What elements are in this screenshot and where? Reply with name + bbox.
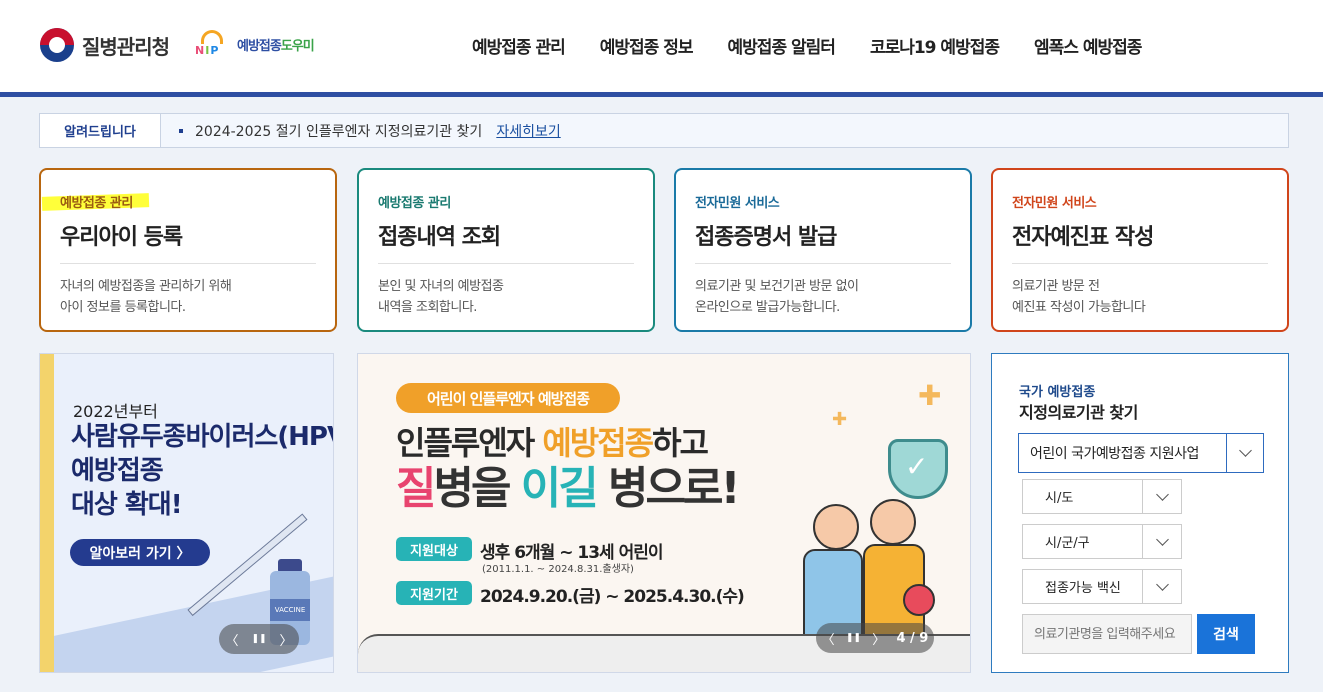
site-header: 질병관리청 NIP 예방접종도우미 예방접종 관리 예방접종 정보 예방접종 알… (0, 0, 1323, 93)
banner-pill: 어린이 인플루엔자 예방접종 (396, 383, 620, 413)
nav-vaccination-management[interactable]: 예방접종 관리 (472, 33, 566, 58)
search-button[interactable]: 검색 (1197, 614, 1255, 654)
nip-sun-icon: NIP (193, 28, 233, 60)
card-title: 접종내역 조회 (378, 225, 501, 250)
header-divider (0, 92, 1323, 97)
card-divider (60, 263, 316, 264)
banner-edge-strip (40, 354, 54, 672)
helper-logo-text: 예방접종도우미 (237, 38, 315, 54)
notice-bar: 알려드립니다 2024-2025 절기 인플루엔자 지정의료기관 찾기 자세히보… (39, 113, 1289, 148)
ball-illustration (903, 584, 935, 616)
nav-vaccination-notice[interactable]: 예방접종 알림터 (728, 33, 836, 58)
child-illustration-girl (813, 504, 859, 550)
card-title: 우리아이 등록 (60, 225, 183, 250)
card-description: 의료기관 및 보건기관 방문 없이 온라인으로 발급가능합니다. (695, 279, 859, 315)
pager-count: 4 / 9 (896, 630, 929, 646)
card-divider (1012, 263, 1268, 264)
clinic-name-input[interactable] (1022, 614, 1192, 654)
sigungu-select[interactable]: 시/군/구 (1022, 524, 1182, 559)
card-certificate-issue[interactable]: 전자민원 서비스 접종증명서 발급 의료기관 및 보건기관 방문 없이 온라인으로… (674, 168, 972, 332)
plus-decoration-icon: ✚ (832, 409, 848, 430)
banner-pager: 〈 ❚❚ 〉 (219, 624, 299, 654)
card-category: 전자민원 서비스 (695, 196, 780, 211)
nav-vaccination-info[interactable]: 예방접종 정보 (600, 33, 694, 58)
card-vaccination-history[interactable]: 예방접종 관리 접종내역 조회 본인 및 자녀의 예방접종 내역을 조회합니다. (357, 168, 655, 332)
nav-mpox-vaccination[interactable]: 엠폭스 예방접종 (1034, 33, 1142, 58)
support-period-text: 2024.9.20.(금) ~ 2025.4.30.(수) (480, 587, 745, 607)
notice-detail-link[interactable]: 자세히보기 (496, 121, 560, 141)
bullet-icon (179, 128, 183, 133)
search-title: 지정의료기관 찾기 (1019, 403, 1138, 422)
chevron-down-icon (1142, 480, 1181, 513)
vaccination-helper-logo[interactable]: NIP 예방접종도우미 (193, 28, 315, 60)
card-category: 예방접종 관리 (41, 192, 150, 211)
sido-select[interactable]: 시/도 (1022, 479, 1182, 514)
chevron-down-icon (1142, 570, 1181, 603)
banner-pager: 〈 ❚❚ 〉 4 / 9 (816, 623, 934, 653)
card-title: 접종증명서 발급 (695, 225, 837, 250)
prev-icon[interactable]: 〈 (225, 630, 238, 649)
vaccine-select[interactable]: 접종가능 백신 (1022, 569, 1182, 604)
card-description: 자녀의 예방접종을 관리하기 위해 아이 정보를 등록합니다. (60, 279, 232, 315)
banner-headline: 사람유두종바이러스(HPV) 예방접종 대상 확대! (71, 422, 334, 520)
card-divider (695, 263, 951, 264)
kdca-logo-text: 질병관리청 (82, 34, 170, 59)
hpv-banner[interactable]: 2022년부터 사람유두종바이러스(HPV) 예방접종 대상 확대! 알아보러 … (39, 353, 334, 673)
card-register-child[interactable]: 예방접종 관리 우리아이 등록 자녀의 예방접종을 관리하기 위해 아이 정보를 … (39, 168, 337, 332)
chevron-down-icon (1226, 434, 1263, 472)
taegeuk-icon (40, 28, 74, 62)
plus-decoration-icon: ✚ (918, 379, 942, 412)
program-select[interactable]: 어린이 국가예방접종 지원사업 (1018, 433, 1264, 473)
card-title: 전자예진표 작성 (1012, 225, 1154, 250)
next-icon[interactable]: 〉 (279, 630, 292, 649)
pause-icon[interactable]: ❚❚ (251, 634, 266, 644)
search-category: 국가 예방접종 (1019, 385, 1096, 400)
card-category: 전자민원 서비스 (1012, 196, 1097, 211)
kdca-logo[interactable]: 질병관리청 (40, 28, 170, 62)
prev-icon[interactable]: 〈 (822, 629, 835, 648)
support-target-tag: 지원대상 (396, 537, 472, 561)
next-icon[interactable]: 〉 (872, 629, 885, 648)
notice-text[interactable]: 2024-2025 절기 인플루엔자 지정의료기관 찾기 (195, 121, 482, 141)
shield-check-icon (888, 439, 948, 499)
card-description: 본인 및 자녀의 예방접종 내역을 조회합니다. (378, 279, 504, 315)
designated-clinic-search: 국가 예방접종 지정의료기관 찾기 어린이 국가예방접종 지원사업 시/도 시/… (991, 353, 1289, 673)
chevron-down-icon (1142, 525, 1181, 558)
flu-vaccination-banner[interactable]: ✚ ✚ 어린이 인플루엔자 예방접종 인플루엔자 예방접종하고 질병을 이길 병… (357, 353, 971, 673)
support-period-tag: 지원기간 (396, 581, 472, 605)
card-e-prescreening[interactable]: 전자민원 서비스 전자예진표 작성 의료기관 방문 전 예진표 작성이 가능합니다 (991, 168, 1289, 332)
nav-covid19-vaccination[interactable]: 코로나19 예방접종 (870, 33, 1000, 58)
card-description: 의료기관 방문 전 예진표 작성이 가능합니다 (1012, 279, 1146, 315)
notice-label: 알려드립니다 (40, 114, 161, 147)
pause-icon[interactable]: ❚❚ (846, 633, 861, 643)
learn-more-button[interactable]: 알아보러 가기 〉 (70, 539, 210, 566)
main-nav: 예방접종 관리 예방접종 정보 예방접종 알림터 코로나19 예방접종 엠폭스 … (472, 33, 1142, 58)
banner-year: 2022년부터 (73, 402, 158, 421)
card-divider (378, 263, 634, 264)
card-category: 예방접종 관리 (378, 196, 451, 211)
child-illustration-boy (870, 499, 916, 545)
banner-headline-line2: 질병을 이길 병으로! (396, 463, 741, 514)
support-target-subtext: (2011.1.1. ~ 2024.8.31.출생자) (482, 564, 634, 575)
